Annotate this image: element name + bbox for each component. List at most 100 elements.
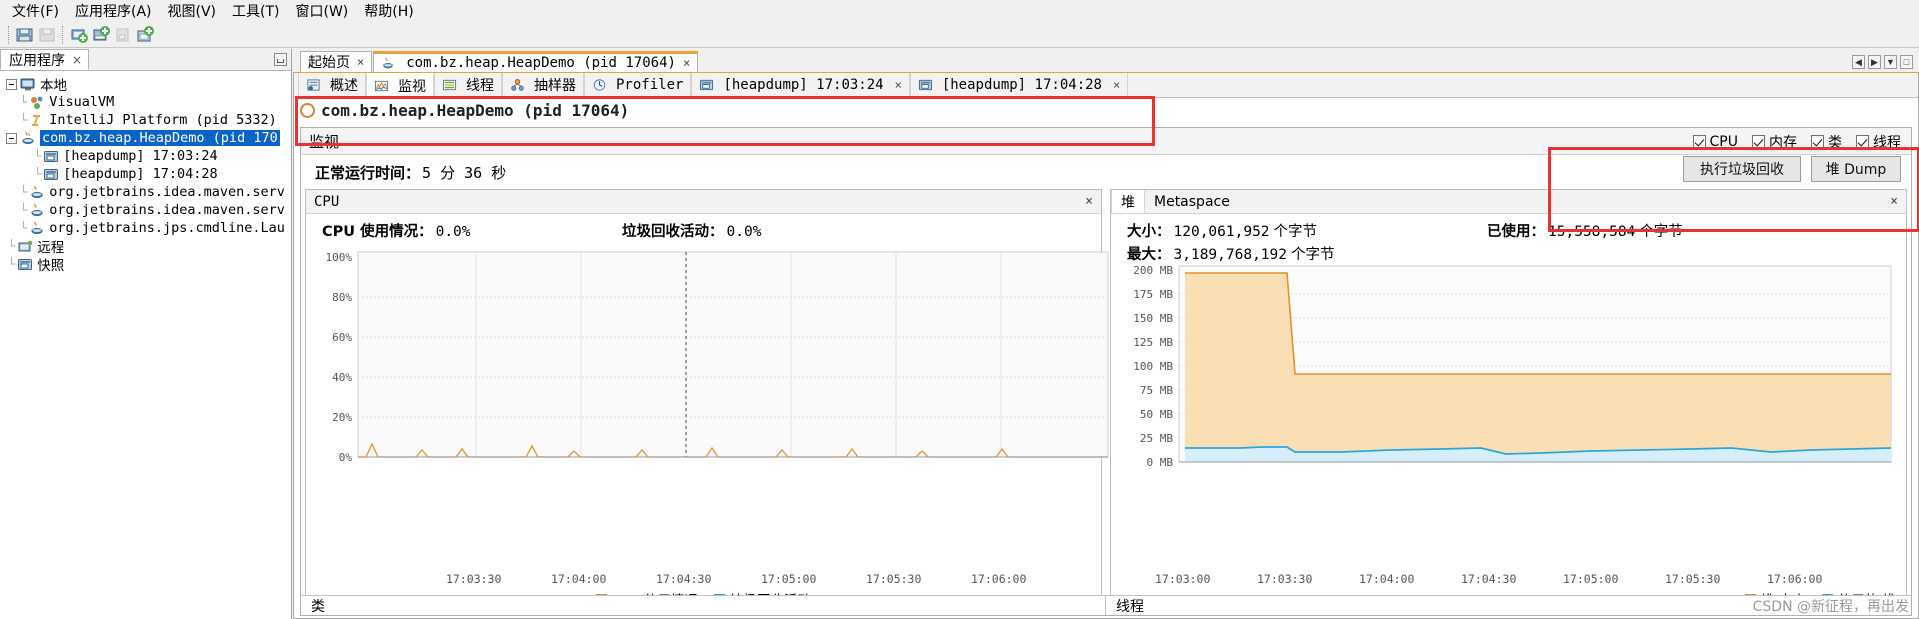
- expand-toggle-icon[interactable]: [6, 78, 17, 90]
- tab-profiler[interactable]: Profiler: [584, 73, 692, 97]
- checkbox-memory[interactable]: 内存: [1752, 132, 1797, 152]
- scroll-left-icon[interactable]: ◀: [1852, 55, 1865, 69]
- tab-applications[interactable]: 应用程序 ×: [0, 49, 90, 70]
- heap-xtick: 17:04:00: [1359, 572, 1415, 586]
- tree-node-visualvm[interactable]: └ VisualVM: [6, 93, 291, 111]
- tree-label: 远程: [37, 240, 65, 256]
- visualvm-window: 文件(F) 应用程序(A) 视图(V) 工具(T) 窗口(W) 帮助(H) 应用…: [0, 0, 1919, 619]
- svg-text:60%: 60%: [332, 331, 352, 344]
- tree-line: └: [34, 149, 42, 163]
- document-tab-controls: ◀ ▶ ▼ □: [1852, 55, 1913, 69]
- tree-node-intellij[interactable]: └ IntelliJ Platform (pid 5332): [6, 111, 291, 129]
- classes-card-header[interactable]: 类: [301, 596, 1106, 615]
- close-icon[interactable]: ×: [1113, 78, 1120, 92]
- tree-node-snapshots[interactable]: └ 快照: [6, 255, 291, 274]
- minimize-icon[interactable]: [274, 53, 287, 66]
- menu-applications[interactable]: 应用程序(A): [67, 0, 160, 23]
- checkbox-classes-box[interactable]: [1811, 135, 1824, 148]
- tree-label: 快照: [37, 258, 65, 274]
- perform-gc-button[interactable]: 执行垃圾回收: [1683, 156, 1801, 182]
- close-icon[interactable]: ×: [1085, 194, 1093, 209]
- cpu-xtick: 17:04:30: [656, 572, 712, 586]
- cpu-xtick: 17:05:30: [866, 572, 922, 586]
- document-tab-start-page[interactable]: 起始页 ×: [300, 51, 373, 72]
- tab-sampler[interactable]: 抽样器: [502, 73, 584, 97]
- checkbox-cpu[interactable]: CPU: [1692, 134, 1738, 150]
- tree-node-jps[interactable]: └ org.jetbrains.jps.cmdline.Lau: [6, 219, 291, 237]
- tab-heapdump-1704[interactable]: [heapdump] 17:04:28 ×: [909, 73, 1129, 97]
- scroll-right-icon[interactable]: ▶: [1868, 55, 1881, 69]
- close-icon[interactable]: ×: [72, 53, 82, 67]
- heap-xtick: 17:04:30: [1461, 572, 1517, 586]
- checkbox-memory-label: 内存: [1769, 134, 1797, 151]
- menu-tools[interactable]: 工具(T): [224, 0, 287, 23]
- tab-list-icon[interactable]: ▼: [1884, 55, 1897, 69]
- monitor-panel-title: 监视: [309, 132, 340, 151]
- tree-node-local[interactable]: 本地: [6, 75, 291, 94]
- tree-line: └: [20, 113, 28, 127]
- remote-icon: [17, 239, 33, 254]
- java-icon: [29, 185, 45, 200]
- tab-monitor[interactable]: 监视: [366, 73, 434, 97]
- heap-dump-button[interactable]: 堆 Dump: [1811, 156, 1901, 182]
- tree-node-heapdump-2[interactable]: └ [heapdump] 17:04:28: [6, 165, 291, 183]
- menu-view[interactable]: 视图(V): [160, 0, 225, 23]
- heap-xtick: 17:05:30: [1665, 572, 1721, 586]
- tree-line: └: [20, 95, 28, 109]
- expand-toggle-icon[interactable]: [6, 132, 17, 144]
- maximize-icon[interactable]: □: [1900, 55, 1913, 69]
- tab-applications-label: 应用程序: [9, 53, 65, 69]
- view-tabbar: 概述 监视 线程 抽样器 Profiler [heapdump] 17:03:2…: [294, 73, 1918, 98]
- menu-help[interactable]: 帮助(H): [356, 0, 421, 23]
- checkbox-memory-box[interactable]: [1752, 135, 1765, 148]
- menu-window[interactable]: 窗口(W): [288, 0, 357, 23]
- tree-label: org.jetbrains.idea.maven.serv: [49, 202, 285, 218]
- heap-size-unit: 个字节: [1273, 224, 1318, 240]
- add-remote-host-icon[interactable]: [69, 25, 89, 45]
- cpu-usage-key: CPU 使用情况：: [322, 224, 433, 240]
- tree-node-maven-1[interactable]: └ org.jetbrains.idea.maven.serv: [6, 183, 291, 201]
- checkbox-threads[interactable]: 线程: [1856, 132, 1901, 152]
- tab-heapdump-1704-label: [heapdump] 17:04:28: [941, 77, 1102, 93]
- heap-used-stat: 已使用： 15,558,584 个字节: [1487, 220, 1683, 241]
- tree-line: └: [34, 167, 42, 181]
- add-application-icon[interactable]: [135, 25, 155, 45]
- checkbox-threads-box[interactable]: [1856, 135, 1869, 148]
- svg-text:80%: 80%: [332, 291, 352, 304]
- save-icon: [37, 25, 57, 45]
- gc-activity-stat: 垃圾回收活动： 0.0%: [622, 220, 761, 241]
- heap-card-header: 堆 Metaspace ×: [1111, 190, 1906, 214]
- close-icon[interactable]: ×: [895, 78, 902, 92]
- tree-node-remote[interactable]: └ 远程: [6, 237, 291, 256]
- threads-icon: [442, 78, 457, 92]
- checkbox-classes[interactable]: 类: [1811, 132, 1842, 152]
- intellij-icon: [29, 113, 45, 128]
- tree-node-heapdemo[interactable]: com.bz.heap.HeapDemo (pid 170: [6, 129, 291, 147]
- tab-heapdump-1703[interactable]: [heapdump] 17:03:24 ×: [691, 73, 910, 97]
- add-jmx-connection-icon[interactable]: [91, 25, 111, 45]
- heap-subtab-metaspace[interactable]: Metaspace: [1145, 190, 1239, 213]
- tree-node-maven-2[interactable]: └ org.jetbrains.idea.maven.serv: [6, 201, 291, 219]
- close-icon[interactable]: ×: [357, 55, 364, 69]
- tree-node-heapdump-1[interactable]: └ [heapdump] 17:03:24: [6, 147, 291, 165]
- document-tab-label: com.bz.heap.HeapDemo (pid 17064): [406, 55, 676, 71]
- heap-xtick: 17:03:00: [1155, 572, 1211, 586]
- close-icon[interactable]: ×: [1890, 194, 1898, 209]
- tab-threads[interactable]: 线程: [434, 73, 502, 97]
- tree-label: com.bz.heap.HeapDemo (pid 170: [40, 130, 280, 146]
- svg-text:20%: 20%: [332, 411, 352, 424]
- application-icon: [300, 102, 315, 118]
- document-tab-heapdemo[interactable]: com.bz.heap.HeapDemo (pid 17064) ×: [373, 51, 699, 72]
- open-folder-icon[interactable]: [15, 25, 35, 45]
- heap-subtab-heap[interactable]: 堆: [1111, 190, 1145, 213]
- heap-size-value: 120,061,952: [1173, 224, 1270, 240]
- close-icon[interactable]: ×: [683, 56, 690, 70]
- menu-file[interactable]: 文件(F): [4, 0, 67, 23]
- cpu-usage-stat: CPU 使用情况： 0.0%: [322, 220, 622, 241]
- heap-chart-card: 堆 Metaspace × 大小： 120,061,952 个字节 已使用： 1…: [1110, 189, 1907, 615]
- checkbox-cpu-box[interactable]: [1692, 135, 1706, 148]
- svg-text:175 MB: 175 MB: [1133, 288, 1173, 301]
- tab-overview[interactable]: 概述: [298, 73, 366, 97]
- tree-label: org.jetbrains.jps.cmdline.Lau: [49, 220, 285, 236]
- bottom-cards-strip: 类 线程: [301, 595, 1911, 615]
